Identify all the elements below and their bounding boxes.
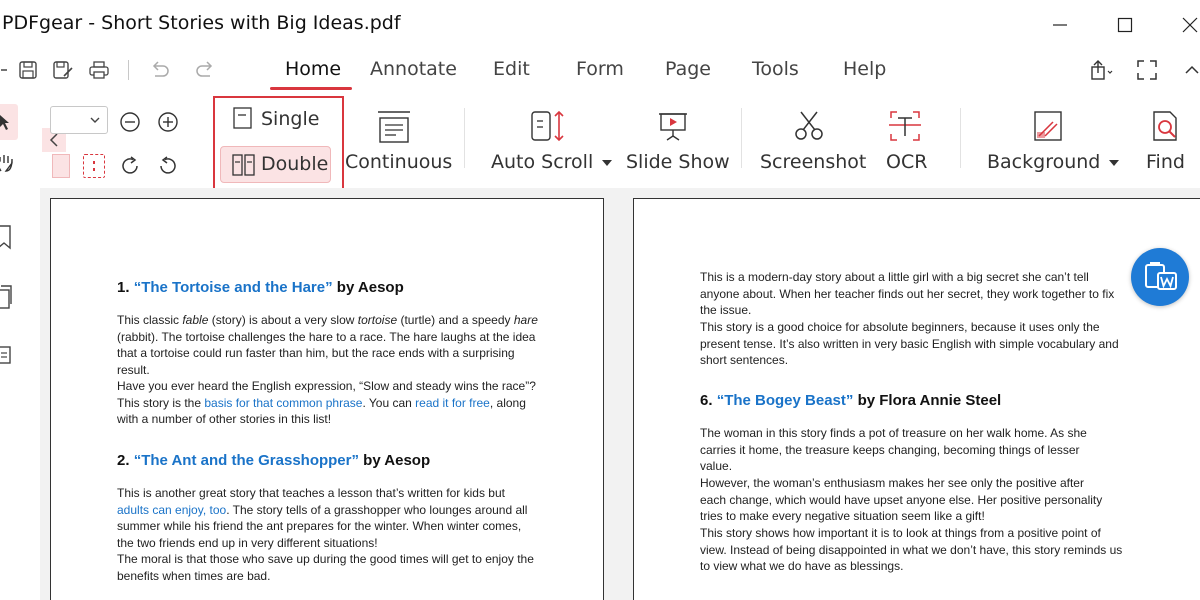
auto-scroll-icon[interactable]	[528, 106, 568, 146]
maximize-icon	[1117, 17, 1133, 33]
zoom-out-icon[interactable]	[118, 110, 142, 134]
story-title-link[interactable]: “The Bogey Beast”	[717, 392, 854, 409]
ribbon-divider	[464, 108, 465, 168]
ribbon-divider	[960, 108, 961, 168]
continuous-icon[interactable]	[375, 106, 413, 146]
screenshot-button[interactable]: Screenshot	[760, 151, 866, 173]
story-heading: 2. “The Ant and the Grasshopper” by Aeso…	[117, 452, 431, 469]
zoom-in-icon[interactable]	[156, 110, 180, 134]
caret-down-icon	[1109, 160, 1120, 166]
pdf-page-right: This is a modern-day story about a littl…	[633, 198, 1200, 600]
find-button[interactable]: Find	[1146, 151, 1185, 173]
close-button[interactable]	[1170, 10, 1200, 40]
auto-scroll-label: Auto Scroll	[491, 151, 594, 173]
maximize-button[interactable]	[1105, 10, 1145, 40]
pdf-page-left: 1. “The Tortoise and the Hare” by Aesop …	[50, 198, 604, 600]
save-as-icon[interactable]	[51, 58, 75, 82]
story-title-link[interactable]: “The Tortoise and the Hare”	[134, 279, 333, 296]
hand-tool-icon[interactable]	[0, 150, 18, 176]
story-paragraph: However, the woman’s enthusiasm makes he…	[700, 476, 1103, 524]
ocr-icon[interactable]	[886, 106, 924, 146]
story-paragraph: This is another great story that teaches…	[117, 486, 528, 550]
menu-bar: Home Annotate Edit Form Page Tools Help	[0, 50, 1200, 90]
auto-scroll-button[interactable]: Auto Scroll	[491, 151, 613, 173]
story-paragraph: This is a modern-day story about a littl…	[700, 270, 1115, 318]
print-icon[interactable]	[87, 58, 111, 82]
document-viewer[interactable]: 1. “The Tortoise and the Hare” by Aesop …	[40, 188, 1200, 600]
pages-icon[interactable]	[0, 283, 14, 311]
story-paragraph: The moral is that those who save up duri…	[117, 552, 534, 583]
story-heading: 6. “The Bogey Beast” by Flora Annie Stee…	[700, 392, 1002, 409]
slide-show-button[interactable]: Slide Show	[626, 151, 730, 173]
pdf-to-word-button[interactable]	[1131, 248, 1189, 306]
ocr-button[interactable]: OCR	[886, 151, 927, 173]
scissors-icon[interactable]	[790, 106, 828, 146]
background-label: Background	[987, 151, 1101, 173]
tab-help[interactable]: Help	[843, 58, 886, 80]
inline-link[interactable]: basis for that common phrase	[204, 396, 362, 410]
comments-icon[interactable]	[0, 343, 14, 367]
dropdown-arrow-icon[interactable]	[0, 58, 16, 82]
background-icon[interactable]	[1030, 106, 1068, 146]
window-title: PDFgear - Short Stories with Big Ideas.p…	[2, 12, 401, 34]
rotate-clockwise-icon[interactable]	[118, 154, 142, 178]
share-icon[interactable]	[1087, 58, 1117, 82]
fullscreen-icon[interactable]	[1135, 58, 1159, 82]
tab-page[interactable]: Page	[665, 58, 711, 80]
toolbar-divider	[128, 60, 129, 80]
continuous-button[interactable]: Continuous	[345, 151, 452, 173]
tab-tools[interactable]: Tools	[752, 58, 799, 80]
close-icon	[1182, 17, 1198, 33]
minimize-icon	[1053, 24, 1067, 26]
chevron-down-icon	[90, 117, 100, 123]
page-number-select[interactable]	[50, 106, 108, 134]
caret-down-icon	[602, 160, 613, 166]
tab-home[interactable]: Home	[285, 58, 341, 80]
tab-form[interactable]: Form	[576, 58, 624, 80]
title-bar: PDFgear - Short Stories with Big Ideas.p…	[0, 0, 1200, 50]
collapse-ribbon-icon[interactable]	[1180, 58, 1200, 82]
story-paragraph: This story shows how important it is to …	[700, 526, 1123, 574]
story-title-link[interactable]: “The Ant and the Grasshopper”	[134, 452, 359, 469]
bookmark-icon[interactable]	[0, 223, 14, 251]
story-paragraph: The woman in this story finds a pot of t…	[700, 426, 1087, 474]
left-sidebar	[0, 195, 40, 600]
story-paragraph: Have you ever heard the English expressi…	[117, 379, 536, 427]
inline-link[interactable]: adults can enjoy, too	[117, 503, 226, 517]
inline-link[interactable]: read it for free	[415, 396, 490, 410]
pdf-to-word-icon	[1145, 262, 1177, 290]
tab-annotate[interactable]: Annotate	[370, 58, 457, 80]
story-paragraph: This classic fable (story) is about a ve…	[117, 313, 538, 377]
ribbon-divider	[741, 108, 742, 168]
undo-icon[interactable]	[148, 58, 172, 82]
fit-page-icon[interactable]	[83, 154, 105, 178]
save-icon[interactable]	[16, 58, 40, 82]
find-icon[interactable]	[1147, 106, 1185, 146]
story-heading: 1. “The Tortoise and the Hare” by Aesop	[117, 279, 404, 296]
slide-show-icon[interactable]	[654, 106, 692, 146]
tab-edit[interactable]: Edit	[493, 58, 530, 80]
ribbon: Single Double Continuous Auto Scroll Sli…	[0, 90, 1200, 188]
rotate-counterclockwise-icon[interactable]	[156, 154, 180, 178]
background-button[interactable]: Background	[987, 151, 1120, 173]
story-paragraph: This story is a good choice for absolute…	[700, 320, 1119, 368]
redo-icon[interactable]	[193, 58, 217, 82]
first-page-icon[interactable]	[52, 154, 70, 178]
minimize-button[interactable]	[1040, 10, 1080, 40]
select-tool-icon[interactable]	[0, 104, 18, 140]
